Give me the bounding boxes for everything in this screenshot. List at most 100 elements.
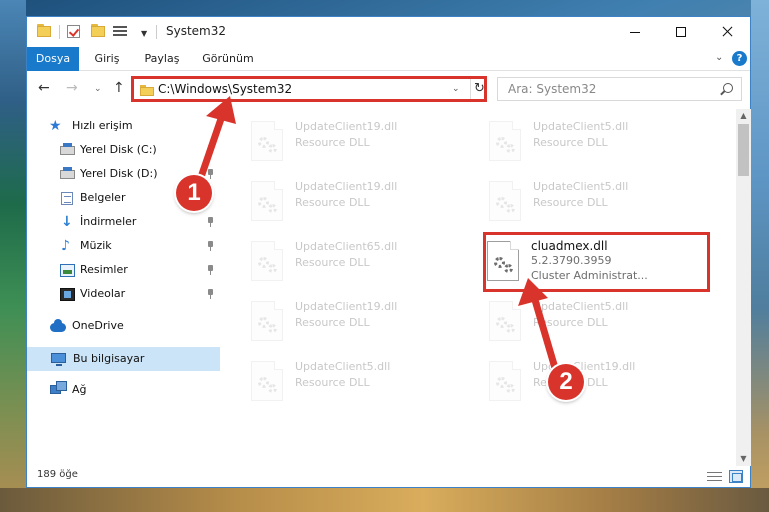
file-type: Resource DLL [533,136,608,149]
file-name: UpdateClient5.dll [533,180,629,193]
file-type: Resource DLL [295,376,370,389]
back-arrow-icon[interactable]: ← [38,80,50,96]
item-count: 189 öğe [37,469,78,480]
address-dropdown-icon[interactable]: ⌄ [452,84,460,94]
status-bar: 189 öğe [27,466,750,487]
file-tile[interactable]: UpdateClient19.dll Resource DLL [223,177,453,233]
navigation-bar: ← → ⌄ ↑ C:\Windows\System32 ⌄ ↻ Ara: Sys… [27,72,750,106]
pin-icon[interactable] [206,241,214,251]
star-icon: ★ [49,118,62,134]
search-icon[interactable] [723,83,733,93]
pin-icon[interactable] [206,145,214,155]
sidebar-item-music[interactable]: ♪ Müzik [27,235,220,259]
file-type: Resource DLL [295,196,370,209]
pin-icon[interactable] [206,265,214,275]
search-placeholder: Ara: System32 [508,82,597,96]
tab-giris[interactable]: Giriş [85,47,129,71]
file-name: UpdateClient19.dll [295,300,398,313]
cloud-icon [50,319,66,332]
file-tile[interactable]: UpdateClient65.dll Resource DLL [223,237,453,293]
music-icon: ♪ [61,238,70,254]
pin-icon[interactable] [206,289,214,299]
sidebar-item-label: OneDrive [72,319,124,332]
dll-file-icon [489,181,521,221]
scroll-up-icon[interactable]: ▲ [736,109,751,123]
dll-file-icon [251,301,283,341]
help-button[interactable]: ? [732,51,747,66]
file-name: UpdateClient5.dll [295,360,391,373]
sidebar-item-onedrive[interactable]: OneDrive [27,315,220,339]
divider [156,25,157,39]
sidebar-item-pictures[interactable]: Resimler [27,259,220,283]
dll-file-icon [251,121,283,161]
properties-list-icon[interactable] [113,25,127,38]
step-2-badge: 2 [548,364,584,400]
folder-icon[interactable] [37,24,53,38]
sidebar-item-local-disk-c[interactable]: Yerel Disk (C:) [27,139,220,163]
file-tile[interactable]: UpdateClient5.dll Resource DLL [461,297,691,353]
tab-gorunum[interactable]: Görünüm [197,47,259,71]
refresh-icon[interactable]: ↻ [470,79,488,99]
sidebar-item-network[interactable]: Ağ [27,379,220,403]
close-button[interactable] [704,17,750,47]
downloads-icon: ↓ [61,214,73,230]
dll-file-icon [251,241,283,281]
ribbon-expand-icon[interactable]: ⌄ [715,52,723,63]
sidebar-item-label: Müzik [80,239,112,252]
file-tile[interactable]: UpdateClient5.dll Resource DLL [461,177,691,233]
sidebar-item-quick-access[interactable]: ★ Hızlı erişim [27,115,220,139]
pictures-icon [60,264,75,277]
dll-file-icon [489,121,521,161]
minimize-button[interactable] [612,17,658,47]
highlight-box [483,232,710,292]
desktop-background-bottom [0,488,769,512]
scrollbar-thumb[interactable] [738,124,749,176]
file-tile[interactable]: UpdateClient19.dll Resource DLL [223,297,453,353]
file-type: Resource DLL [533,196,608,209]
vertical-scrollbar[interactable]: ▲ ▼ [736,109,751,466]
pin-icon[interactable] [206,217,214,227]
maximize-button[interactable] [658,17,704,47]
properties-check-icon[interactable] [67,25,80,38]
sidebar-item-label: Resimler [80,263,128,276]
file-type: Resource DLL [533,316,608,329]
file-tile[interactable]: UpdateClient5.dll Resource DLL [461,117,691,173]
navigation-pane: ★ Hızlı erişim Yerel Disk (C:) Yerel Dis… [27,109,222,466]
pin-icon[interactable] [206,169,214,179]
sidebar-item-videos[interactable]: Videolar [27,283,220,307]
file-name: UpdateClient19.dll [295,120,398,133]
file-tile[interactable]: UpdateClient19.dll Resource DLL [223,117,453,173]
up-arrow-icon[interactable]: ↑ [113,80,125,96]
address-path[interactable]: C:\Windows\System32 [158,82,292,96]
file-name: UpdateClient5.dll [533,300,629,313]
file-name: UpdateClient19.dll [533,360,636,373]
file-tile[interactable]: UpdateClient5.dll Resource DLL [223,357,453,413]
quick-access-dropdown-icon[interactable]: ▼ [141,29,147,38]
desktop-background-right [751,0,769,512]
new-folder-icon[interactable] [91,24,107,38]
file-name: UpdateClient19.dll [295,180,398,193]
scroll-down-icon[interactable]: ▼ [736,452,751,466]
sidebar-item-this-pc[interactable]: Bu bilgisayar [27,347,220,371]
dll-file-icon [489,301,521,341]
dll-file-icon [489,361,521,401]
address-bar[interactable]: C:\Windows\System32 ⌄ ↻ [131,76,487,102]
file-type: Resource DLL [295,316,370,329]
drive-icon [60,143,75,155]
tab-dosya[interactable]: Dosya [27,47,79,71]
file-name: UpdateClient5.dll [533,120,629,133]
forward-arrow-icon[interactable]: → [66,80,78,96]
search-input[interactable]: Ara: System32 [497,77,742,101]
tiles-view-icon[interactable] [729,470,743,483]
details-view-icon[interactable] [707,471,722,482]
recent-locations-icon[interactable]: ⌄ [94,84,102,94]
documents-icon [61,192,73,205]
file-type: Resource DLL [295,256,370,269]
dll-file-icon [251,361,283,401]
computer-icon [51,353,66,366]
step-1-badge: 1 [176,175,212,211]
tab-paylas[interactable]: Paylaş [135,47,189,71]
sidebar-item-downloads[interactable]: ↓ İndirmeler [27,211,220,235]
sidebar-item-label: Belgeler [80,191,126,204]
videos-icon [60,288,75,301]
